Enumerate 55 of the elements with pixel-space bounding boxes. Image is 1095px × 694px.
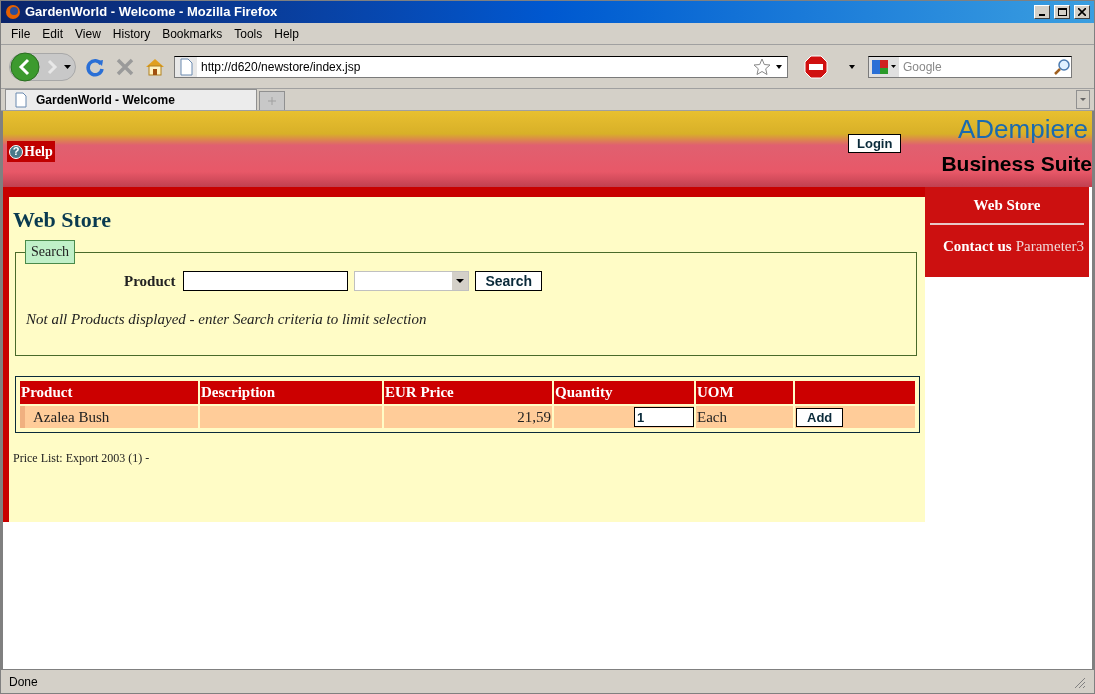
login-button[interactable]: Login — [848, 134, 902, 153]
product-label: Product — [124, 272, 176, 291]
search-legend: Search — [25, 240, 76, 264]
menu-item[interactable]: Help — [268, 24, 305, 43]
page-title: Web Store — [13, 206, 112, 234]
table-cell: Each — [696, 405, 793, 428]
plus-icon — [268, 97, 276, 105]
menu-item[interactable]: Tools — [228, 24, 269, 43]
page-icon — [14, 92, 28, 108]
menu-item[interactable]: View — [69, 24, 107, 43]
search-icon[interactable] — [1053, 57, 1071, 76]
tab-list-button[interactable] — [1076, 90, 1090, 109]
notice-text: Not all Products displayed - enter Search criteria to limit selection — [26, 309, 428, 329]
price-list-text: Price List: Export 2003 (1) - — [13, 450, 151, 467]
column-header: Quantity — [554, 381, 694, 404]
status-text: Done — [9, 673, 39, 691]
add-button[interactable]: Add — [796, 407, 844, 427]
logo-text: ADempiere — [957, 115, 1088, 143]
quantity-input[interactable]: 1 — [634, 407, 694, 427]
caret-icon — [1080, 98, 1086, 101]
url-text: http://d620/newstore/index.jsp — [201, 58, 362, 76]
star-icon[interactable] — [753, 57, 771, 76]
search-field[interactable]: Google — [868, 55, 1072, 78]
menu-item[interactable]: Bookmarks — [156, 24, 229, 43]
stop-sign-icon[interactable] — [804, 54, 828, 79]
close-icon — [1078, 8, 1086, 16]
product-input[interactable] — [183, 271, 349, 292]
menu-item[interactable]: Edit — [36, 24, 70, 43]
column-header: Product — [20, 381, 198, 404]
window-title: GardenWorld - Welcome - Mozilla Firefox — [25, 3, 279, 22]
search-input[interactable]: Google — [903, 57, 1053, 76]
sidebar-link[interactable]: Web Store — [930, 194, 1084, 225]
back-forward-control[interactable] — [9, 52, 76, 81]
page-icon — [175, 56, 197, 77]
browser-tab[interactable]: GardenWorld - Welcome — [5, 89, 257, 110]
contact-label: Contact us — [942, 236, 1012, 256]
minimize-button[interactable] — [1034, 5, 1050, 19]
column-header: UOM — [696, 381, 793, 404]
contact-value: Parameter3 — [1015, 236, 1084, 256]
search-engine-icon[interactable] — [869, 56, 899, 77]
search-button[interactable]: Search — [475, 271, 543, 292]
menu-item[interactable]: History — [106, 24, 157, 43]
dropdown-caret-icon[interactable] — [64, 64, 71, 69]
table-cell: 21,59 — [384, 405, 552, 428]
logo-tagline: Business Suite — [941, 152, 1092, 176]
table-cell: Azalea Bush — [20, 405, 198, 428]
help-icon: ? — [9, 144, 23, 159]
menu-item[interactable]: File — [5, 24, 37, 43]
close-button[interactable] — [1074, 5, 1090, 19]
back-icon[interactable] — [10, 51, 40, 82]
column-header: Description — [200, 381, 382, 404]
maximize-button[interactable] — [1054, 5, 1070, 19]
column-header: EUR Price — [384, 381, 552, 404]
address-bar[interactable]: http://d620/newstore/index.jsp — [174, 55, 788, 78]
help-link[interactable]: ? Help — [7, 141, 55, 162]
